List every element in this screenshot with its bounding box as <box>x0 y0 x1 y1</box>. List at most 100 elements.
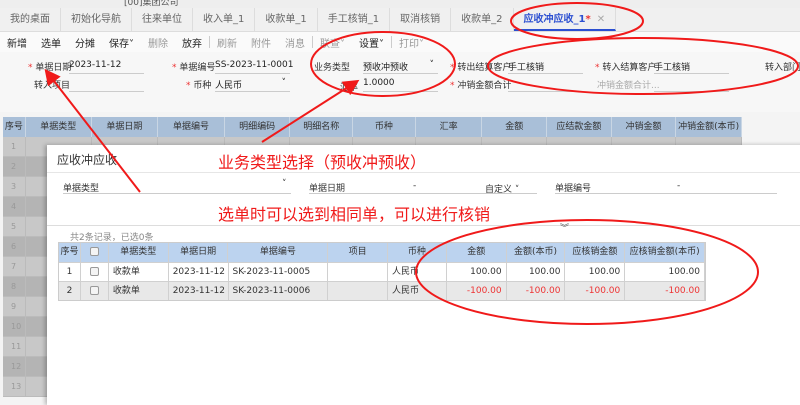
col-seq: 序号 <box>3 117 26 137</box>
allocate-button[interactable]: 分摊 <box>68 35 102 50</box>
in-dept-label: 转入部门 <box>765 63 800 73</box>
select-all-checkbox[interactable] <box>81 243 109 262</box>
row-number: 7 <box>3 257 26 276</box>
date-field[interactable]: 2023-11-12 <box>69 60 144 74</box>
row-number: 5 <box>3 217 26 236</box>
tab-init-nav[interactable]: 初始化导航 <box>61 8 132 31</box>
col-currency: 币种 <box>353 117 416 137</box>
amount-local-cell: 100.00 <box>507 263 566 281</box>
offset-sum-local-field <box>654 78 729 92</box>
chevron-down-icon: ˅ <box>281 78 287 88</box>
new-button[interactable]: 新增 <box>0 35 34 50</box>
currency-cell: 人民币 <box>388 263 447 281</box>
row-number: 12 <box>3 357 26 376</box>
date-label: * 单据日期 <box>28 63 72 73</box>
no-cell: SK-2023-11-0005 <box>229 263 329 281</box>
print-label: 打印 <box>399 38 419 50</box>
col-seq: 序号 <box>59 243 81 262</box>
header-form: * 单据日期 2023-11-12 * 单据编号 SS-2023-11-0001… <box>0 52 800 112</box>
chevron-down-icon[interactable]: ˅ <box>282 179 287 189</box>
col-project: 项目 <box>328 243 388 262</box>
offset-sum-local-label: 冲销金额合计... <box>597 81 660 91</box>
row-number: 8 <box>3 277 26 296</box>
type-cell: 收款单 <box>109 282 169 300</box>
select-doc-button[interactable]: 选单 <box>34 35 68 50</box>
col-amount: 金额 <box>482 117 548 137</box>
close-icon[interactable]: ✕ <box>597 14 605 25</box>
settings-button[interactable]: 设置˅ <box>352 35 391 50</box>
currency-cell: 人民币 <box>388 282 447 300</box>
out-customer-label: * 转出结算客户 <box>450 63 512 73</box>
window-title-bar: [00]集团公司 <box>0 0 800 8</box>
date-separator: - <box>413 181 417 191</box>
modified-marker: * <box>585 14 591 25</box>
grid-header: 序号 单据类型 单据日期 单据编号 明细编码 明细名称 币种 汇率 金额 应结款… <box>3 117 742 137</box>
row-number: 1 <box>3 137 26 156</box>
select-doc-dialog: 应收冲应收 单据类型 ˅ 单据日期 - 自定义 ˅ 单据编号 - ︾ 共2条记录… <box>47 145 800 405</box>
discard-button[interactable]: 放弃 <box>175 35 209 50</box>
in-customer-field[interactable]: 手工核销 <box>654 60 729 74</box>
currency-select[interactable]: 人民币 ˅ <box>215 78 290 92</box>
offset-sum-label: * 冲销金额合计 <box>450 81 512 91</box>
tab-income[interactable]: 收入单_1 <box>193 8 256 31</box>
date-cell: 2023-11-12 <box>169 263 229 281</box>
settings-label: 设置 <box>359 38 379 50</box>
delete-button[interactable]: 删除 <box>141 35 175 50</box>
col-due-local: 应核销金额(本币) <box>625 243 705 262</box>
filter-no-range[interactable] <box>555 193 777 194</box>
in-project-label: 转入项目 <box>34 81 71 91</box>
row-checkbox[interactable] <box>81 282 109 300</box>
dialog-title: 应收冲应收 <box>57 153 118 167</box>
link-query-button[interactable]: 联查˅ <box>313 35 352 50</box>
tab-receipt-2[interactable]: 收款单_2 <box>451 8 514 31</box>
table-header: 序号 单据类型 单据日期 单据编号 项目 币种 金额 金额(本币) 应核销金额 … <box>59 243 705 262</box>
in-project-field[interactable] <box>69 78 144 92</box>
attachment-button[interactable]: 附件 <box>244 35 278 50</box>
doc-no-field[interactable]: SS-2023-11-0001 <box>215 60 293 74</box>
divider <box>47 225 800 226</box>
message-button[interactable]: 消息 <box>278 35 312 50</box>
collapse-chevron-icon[interactable]: ︾ <box>560 221 569 234</box>
tab-cancel-writeoff[interactable]: 取消核销 <box>390 8 452 31</box>
rate-label: 汇率 <box>340 83 359 93</box>
in-customer-label: * 转入结算客户 <box>595 63 657 73</box>
offset-sum-field <box>508 78 583 92</box>
col-currency: 币种 <box>388 243 447 262</box>
doc-no-label: * 单据编号 <box>172 63 216 73</box>
amount-cell: 100.00 <box>447 263 507 281</box>
col-no: 单据编号 <box>158 117 225 137</box>
col-rate: 汇率 <box>416 117 483 137</box>
chevron-down-icon: ˅ <box>419 38 424 50</box>
due-cell: 100.00 <box>565 263 626 281</box>
filter-date-range[interactable] <box>309 193 537 194</box>
tab-ar-offset[interactable]: 应收冲应收_1* ✕ <box>513 8 617 31</box>
tab-manual-writeoff[interactable]: 手工核销_1 <box>318 8 391 31</box>
tab-partners[interactable]: 往来单位 <box>132 8 193 31</box>
tab-receipt-1[interactable]: 收款单_1 <box>255 8 318 31</box>
col-date: 单据日期 <box>92 117 159 137</box>
tab-desktop[interactable]: 我的桌面 <box>0 8 61 31</box>
project-cell <box>328 263 388 281</box>
due-local-cell: -100.00 <box>625 282 705 300</box>
tab-bar: 我的桌面 初始化导航 往来单位 收入单_1 收款单_1 手工核销_1 取消核销 … <box>0 8 800 32</box>
print-button[interactable]: 打印˅ <box>392 35 431 50</box>
col-type: 单据类型 <box>26 117 92 137</box>
col-due: 应结款金额 <box>547 117 612 137</box>
biz-type-select[interactable]: 预收冲预收 ˅ <box>363 60 438 74</box>
row-number: 11 <box>3 337 26 356</box>
col-offset: 冲销金额 <box>612 117 677 137</box>
table-row[interactable]: 2 收款单 2023-11-12 SK-2023-11-0006 人民币 -10… <box>59 281 705 300</box>
out-customer-field[interactable]: 手工核销 <box>508 60 583 74</box>
row-number: 9 <box>3 297 26 316</box>
col-amount-local: 金额(本币) <box>507 243 566 262</box>
row-number: 2 <box>3 157 26 176</box>
col-offset-local: 冲销金额(本币) <box>676 117 742 137</box>
row-checkbox[interactable] <box>81 263 109 281</box>
filter-type-select[interactable] <box>63 193 291 194</box>
refresh-button[interactable]: 刷新 <box>210 35 244 50</box>
table-row[interactable]: 1 收款单 2023-11-12 SK-2023-11-0005 人民币 100… <box>59 262 705 281</box>
rate-field[interactable]: 1.0000 <box>363 78 438 92</box>
col-amount: 金额 <box>447 243 507 262</box>
candidate-table: 序号 单据类型 单据日期 单据编号 项目 币种 金额 金额(本币) 应核销金额 … <box>58 242 706 301</box>
save-button[interactable]: 保存˅ <box>102 35 141 50</box>
